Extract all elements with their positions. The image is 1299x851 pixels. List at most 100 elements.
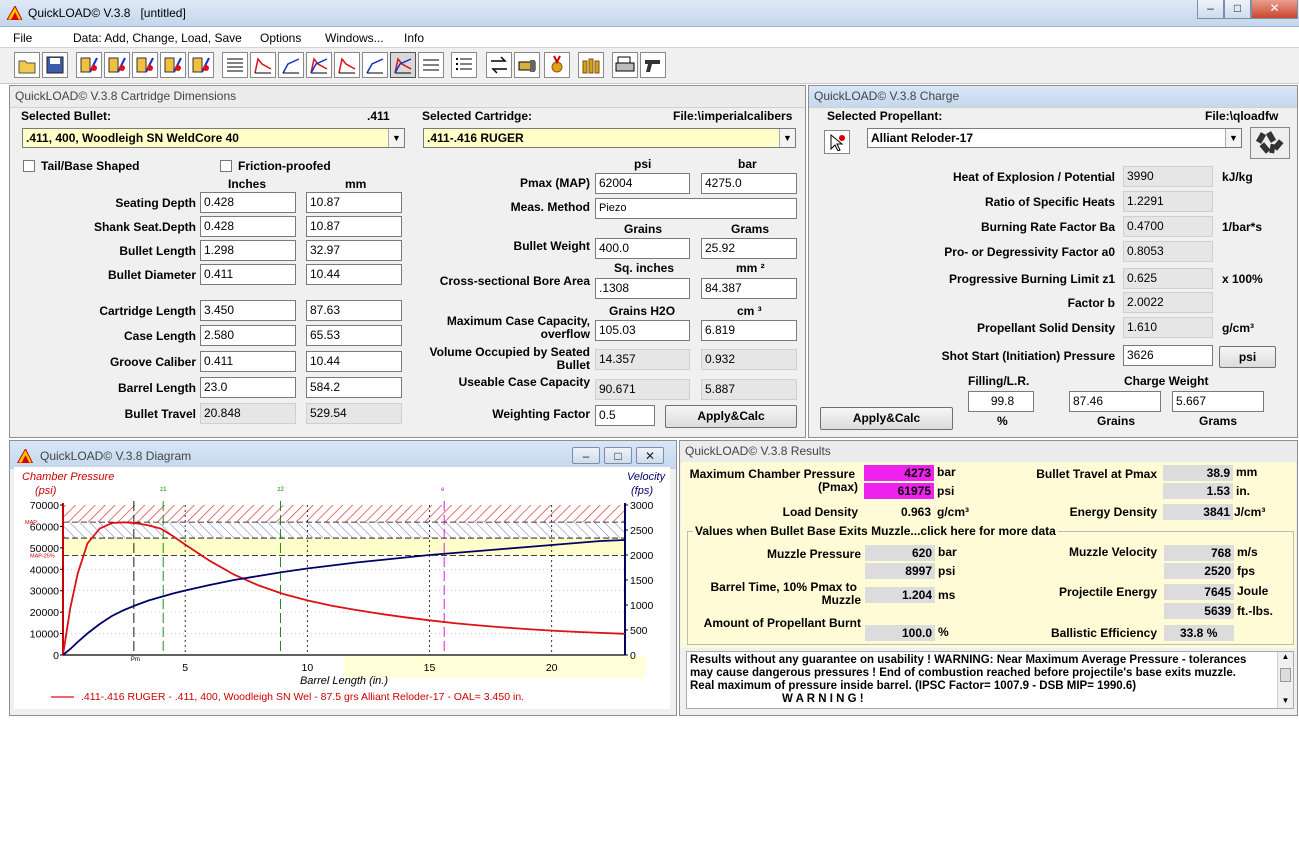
dim-row-inches-field[interactable]: 23.0	[200, 377, 296, 398]
diagram-close-button[interactable]: ✕	[636, 447, 664, 464]
psi-unit-button[interactable]: psi	[1219, 346, 1276, 368]
tail-base-checkbox[interactable]	[23, 160, 35, 172]
dim-row-inches-field[interactable]: 0.428	[200, 216, 296, 237]
muzzle-values-header[interactable]: Values when Bullet Base Exits Muzzle...c…	[693, 524, 1058, 538]
dim-row-inches-field[interactable]: 0.428	[200, 192, 296, 213]
pmax-bar-field[interactable]: 4275.0	[701, 173, 797, 194]
combined-chart-button[interactable]	[306, 52, 332, 78]
apply-calc-dimensions-button[interactable]: Apply&Calc	[665, 405, 797, 428]
dim-row-mm-field[interactable]: 10.44	[306, 351, 402, 372]
x-tick-label: 15	[424, 662, 436, 674]
chevron-down-icon[interactable]: ▼	[1225, 129, 1241, 147]
bullet-weight-grams-field[interactable]: 25.92	[701, 238, 797, 259]
propellant-param-label: Propellant Solid Density	[976, 321, 1115, 335]
open-file-button[interactable]	[14, 52, 40, 78]
propellant-burnt-label: Amount of Propellant Burnt	[703, 616, 861, 630]
minimize-button[interactable]: ‒	[1197, 0, 1224, 19]
dim-row-mm-field[interactable]: 584.2	[306, 377, 402, 398]
charge-grams-field[interactable]: 5.667	[1172, 391, 1264, 412]
dim-row-mm-field[interactable]: 65.53	[306, 325, 402, 346]
menu-windows[interactable]: Windows...	[325, 31, 384, 45]
ladder-table-button[interactable]	[418, 52, 444, 78]
case-button[interactable]	[514, 52, 540, 78]
charge-grains-field[interactable]: 87.46	[1069, 391, 1161, 412]
left-axis-title: Chamber Pressure	[22, 471, 114, 483]
list-table-button[interactable]	[451, 52, 477, 78]
case-capacity-cm3-field[interactable]: 6.819	[701, 320, 797, 341]
ftlbs-unit: ft.-lbs.	[1237, 604, 1273, 618]
edit-bullet-button[interactable]	[160, 52, 186, 78]
bullet-weight-grains-field[interactable]: 400.0	[595, 238, 690, 259]
scroll-thumb[interactable]	[1280, 668, 1291, 682]
menu-data[interactable]: Data: Add, Change, Load, Save	[73, 31, 242, 45]
warnings-scrollbar[interactable]: ▲ ▼	[1277, 652, 1293, 708]
weighting-factor-field[interactable]: 0.5	[595, 405, 655, 426]
case-capacity-grains-field[interactable]: 105.03	[595, 320, 690, 341]
pistol-button[interactable]	[640, 52, 666, 78]
cartridge-select[interactable]: .411-.416 RUGER ▼	[423, 128, 796, 148]
cartridge-database-button[interactable]	[104, 52, 130, 78]
velocity-series-line	[62, 539, 626, 656]
bullet-database-button[interactable]	[76, 52, 102, 78]
meas-method-field[interactable]: Piezo	[595, 198, 797, 219]
dim-row-mm-field[interactable]: 87.63	[306, 300, 402, 321]
pressure-time-button[interactable]	[334, 52, 360, 78]
friction-proofed-checkbox[interactable]	[220, 160, 232, 172]
propellant-param-label: Ratio of Specific Heats	[984, 195, 1115, 209]
velocity-chart-button[interactable]	[278, 52, 304, 78]
propellant-database-button[interactable]	[132, 52, 158, 78]
edit-powder-button[interactable]	[188, 52, 214, 78]
velocity-time-button[interactable]	[362, 52, 388, 78]
filling-field[interactable]: 99.8	[968, 391, 1034, 412]
bullet-select[interactable]: .411, 400, Woodleigh SN WeldCore 40 ▼	[22, 128, 405, 148]
menu-options[interactable]: Options	[260, 31, 301, 45]
pmax-psi-field[interactable]: 62004	[595, 173, 690, 194]
dim-row-inches-field[interactable]: 3.450	[200, 300, 296, 321]
menu-info[interactable]: Info	[404, 31, 424, 45]
bore-area-sqin-field[interactable]: .1308	[595, 278, 690, 299]
dim-row-mm-field[interactable]: 10.87	[306, 216, 402, 237]
load-density-label: Load Density	[782, 505, 858, 519]
save-file-button[interactable]	[42, 52, 68, 78]
diagram-minimize-button[interactable]: ‒	[572, 447, 600, 464]
results-title: QuickLOAD© V.3.8 Results	[680, 441, 1297, 463]
shot-start-field[interactable]: 3626	[1123, 345, 1213, 366]
velocity-time-icon	[366, 58, 384, 74]
chevron-down-icon[interactable]: ▼	[388, 129, 404, 147]
compare-button[interactable]	[486, 52, 512, 78]
powder-granules-button[interactable]	[1250, 127, 1290, 159]
menu-file[interactable]: File	[13, 31, 32, 45]
propellant-param-unit: 1/bar*s	[1222, 220, 1263, 234]
bore-area-mm2-field[interactable]: 84.387	[701, 278, 797, 299]
cartridges-button[interactable]	[578, 52, 604, 78]
dim-row-inches-field[interactable]: 0.411	[200, 351, 296, 372]
propellant-select[interactable]: Alliant Reloder-17 ▼	[867, 128, 1242, 148]
table-view-button[interactable]	[222, 52, 248, 78]
apply-calc-charge-button[interactable]: Apply&Calc	[820, 407, 953, 430]
max-pressure-bar: 4273	[864, 465, 934, 481]
scroll-down-icon[interactable]: ▼	[1278, 696, 1293, 708]
propellant-info-button[interactable]	[824, 130, 850, 154]
app-icon	[7, 6, 22, 20]
dim-row-inches-field[interactable]: 0.411	[200, 264, 296, 285]
pressure-chart-button[interactable]	[250, 52, 276, 78]
medal-button[interactable]	[544, 52, 570, 78]
bar-header: bar	[738, 157, 757, 171]
dim-row-inches-field[interactable]: 2.580	[200, 325, 296, 346]
dim-row-label: Bullet Diameter	[107, 268, 196, 282]
warnings-textbox[interactable]: Results without any guarantee on usabili…	[686, 651, 1294, 709]
dim-row-mm-field[interactable]: 10.44	[306, 264, 402, 285]
dim-row-inches-field[interactable]: 1.298	[200, 240, 296, 261]
pistol-icon	[645, 60, 660, 72]
maximize-button[interactable]: □	[1224, 0, 1251, 19]
dim-row-mm-field[interactable]: 10.87	[306, 192, 402, 213]
close-button[interactable]: ✕	[1251, 0, 1298, 19]
diagram-button[interactable]	[390, 52, 416, 78]
scroll-up-icon[interactable]: ▲	[1278, 652, 1293, 664]
diagram-restore-button[interactable]: □	[604, 447, 632, 464]
dim-row-mm-field[interactable]: 32.97	[306, 240, 402, 261]
charge-weight-label: Charge Weight	[1124, 374, 1209, 388]
y-right-tick-label: 1500	[630, 575, 654, 587]
chevron-down-icon[interactable]: ▼	[779, 129, 795, 147]
printer-button[interactable]	[612, 52, 638, 78]
